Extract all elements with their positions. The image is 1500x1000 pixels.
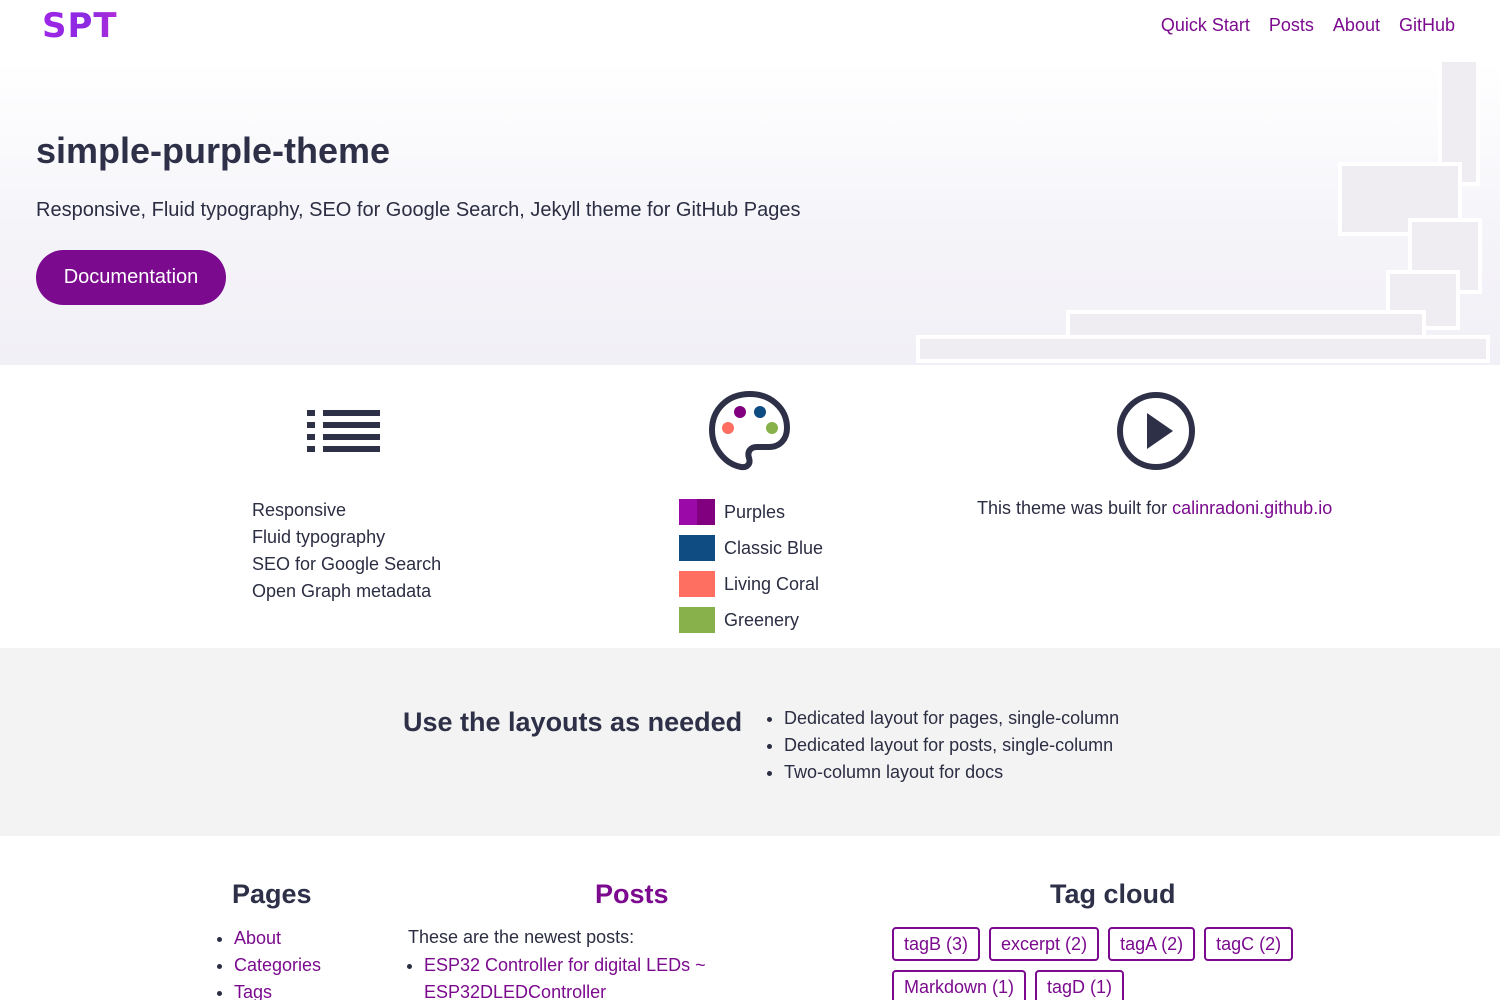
- palette-item: Living Coral: [679, 566, 823, 602]
- pages-title: Pages: [232, 879, 312, 909]
- list-item: Dedicated layout for posts, single-colum…: [784, 732, 1119, 759]
- tag-chip[interactable]: tagC (2): [1204, 927, 1294, 961]
- posts-title[interactable]: Posts: [595, 879, 669, 910]
- pages-list: About Categories Tags: [234, 925, 321, 1000]
- palette-item: Purples: [679, 494, 823, 530]
- tag-chip[interactable]: tagB (3): [892, 927, 981, 961]
- palette-list: Purples Classic Blue Living Coral Greene…: [679, 494, 823, 638]
- documentation-button[interactable]: Documentation: [36, 250, 226, 305]
- tag-chip[interactable]: Markdown (1): [892, 970, 1027, 1000]
- posts-intro: These are the newest posts:: [408, 927, 635, 947]
- tag-chip[interactable]: tagD (1): [1035, 970, 1125, 1000]
- footer-section: Pages About Categories Tags Posts These …: [0, 836, 1500, 1000]
- tag-cloud: tagB (3) excerpt (2) tagA (2) tagC (2) M…: [892, 927, 1312, 1000]
- page-link-about[interactable]: About: [234, 928, 281, 948]
- list-item: About: [234, 925, 321, 952]
- tag-chip[interactable]: tagA (2): [1108, 927, 1196, 961]
- nav-quick-start[interactable]: Quick Start: [1161, 15, 1250, 36]
- layouts-list: Dedicated layout for pages, single-colum…: [784, 705, 1119, 786]
- palette-label: Living Coral: [724, 573, 820, 594]
- list-item: Responsive: [252, 500, 347, 520]
- list-item: Fluid typography: [252, 527, 386, 547]
- list-item: Open Graph metadata: [252, 581, 432, 601]
- list-item: Two-column layout for docs: [784, 759, 1119, 786]
- hero-decoration: [916, 62, 1490, 363]
- palette-label: Classic Blue: [724, 537, 824, 558]
- tag-cloud-title: Tag cloud: [1050, 879, 1176, 909]
- living-coral-swatch: [679, 571, 715, 597]
- list-item: Categories: [234, 952, 321, 979]
- built-for-link[interactable]: calinradoni.github.io: [1172, 498, 1332, 518]
- list-item: Dedicated layout for pages, single-colum…: [784, 705, 1119, 732]
- list-icon: [307, 410, 380, 452]
- palette-label: Purples: [724, 501, 786, 522]
- list-item: Tags: [234, 979, 321, 1000]
- nav-about[interactable]: About: [1333, 15, 1380, 36]
- palette-label: Greenery: [724, 609, 800, 630]
- greenery-swatch: [679, 607, 715, 633]
- hero-section: simple-purple-theme Responsive, Fluid ty…: [0, 62, 1500, 365]
- built-prefix: This theme was built for: [977, 498, 1168, 518]
- site-logo[interactable]: SPT: [42, 6, 118, 46]
- layouts-section: Use the layouts as needed Dedicated layo…: [0, 648, 1500, 836]
- layouts-title: Use the layouts as needed: [403, 707, 743, 737]
- tag-chip[interactable]: excerpt (2): [989, 927, 1100, 961]
- posts-list: ESP32 Controller for digital LEDs ~ ESP3…: [424, 952, 724, 1000]
- nav-posts[interactable]: Posts: [1269, 15, 1314, 36]
- classic-blue-swatch: [679, 535, 715, 561]
- list-item: SEO for Google Search: [252, 554, 442, 574]
- list-item: ESP32 Controller for digital LEDs ~ ESP3…: [424, 952, 724, 1000]
- main-nav: Quick Start Posts About GitHub: [1161, 15, 1455, 36]
- feature-list: Responsive Fluid typography SEO for Goog…: [252, 497, 441, 605]
- site-header: SPT Quick Start Posts About GitHub: [0, 0, 1500, 62]
- nav-github[interactable]: GitHub: [1399, 15, 1455, 36]
- page-link-tags[interactable]: Tags: [234, 982, 272, 1000]
- palette-item: Classic Blue: [679, 530, 823, 566]
- play-circle-icon: [1117, 392, 1195, 470]
- page-link-categories[interactable]: Categories: [234, 955, 321, 975]
- features-section: Responsive Fluid typography SEO for Goog…: [0, 365, 1500, 648]
- palette-item: Greenery: [679, 602, 823, 638]
- post-link[interactable]: ESP32 Controller for digital LEDs ~ ESP3…: [424, 955, 706, 1000]
- purples-swatch: [679, 499, 715, 525]
- palette-icon: [709, 391, 790, 471]
- hero-title: simple-purple-theme: [36, 130, 391, 171]
- hero-subtitle: Responsive, Fluid typography, SEO for Go…: [36, 199, 801, 221]
- built-for-text: This theme was built for calinradoni.git…: [977, 498, 1332, 519]
